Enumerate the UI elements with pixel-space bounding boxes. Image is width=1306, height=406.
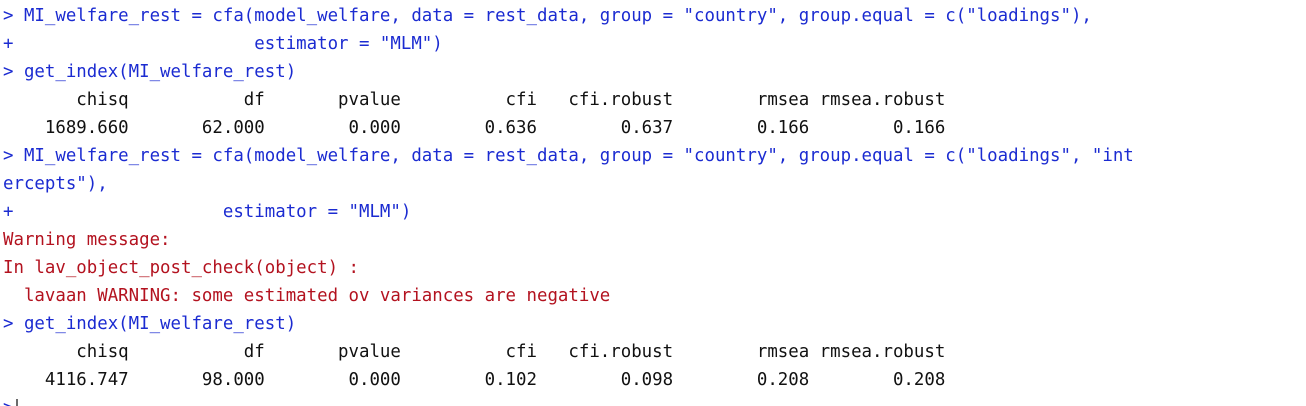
console-command-wrap: ercepts"), [3,174,108,194]
console-command-line: > MI_welfare_rest = cfa(model_welfare, d… [3,146,1134,166]
console-output-header: chisq df pvalue cfi cfi.robust rmsea rms… [3,342,946,362]
console-output-header: chisq df pvalue cfi cfi.robust rmsea rms… [3,90,946,110]
console-warning-title: Warning message: [3,230,171,250]
console-output-values: 1689.660 62.000 0.000 0.636 0.637 0.166 … [3,118,946,138]
console-warning-text: lavaan WARNING: some estimated ov varian… [3,286,611,306]
console-input-prompt[interactable]: > [3,394,1303,406]
console-command-line: > get_index(MI_welfare_rest) [3,62,297,82]
console-output-values: 4116.747 98.000 0.000 0.102 0.098 0.208 … [3,370,946,390]
prompt-symbol: > [3,398,13,406]
text-cursor [16,399,18,406]
console-command-line: > MI_welfare_rest = cfa(model_welfare, d… [3,6,1092,26]
console-continuation-line: + estimator = "MLM") [3,34,443,54]
console-command-line: > get_index(MI_welfare_rest) [3,314,297,334]
r-console[interactable]: > MI_welfare_rest = cfa(model_welfare, d… [3,2,1303,406]
console-continuation-line: + estimator = "MLM") [3,202,412,222]
console-warning-source: In lav_object_post_check(object) : [3,258,359,278]
